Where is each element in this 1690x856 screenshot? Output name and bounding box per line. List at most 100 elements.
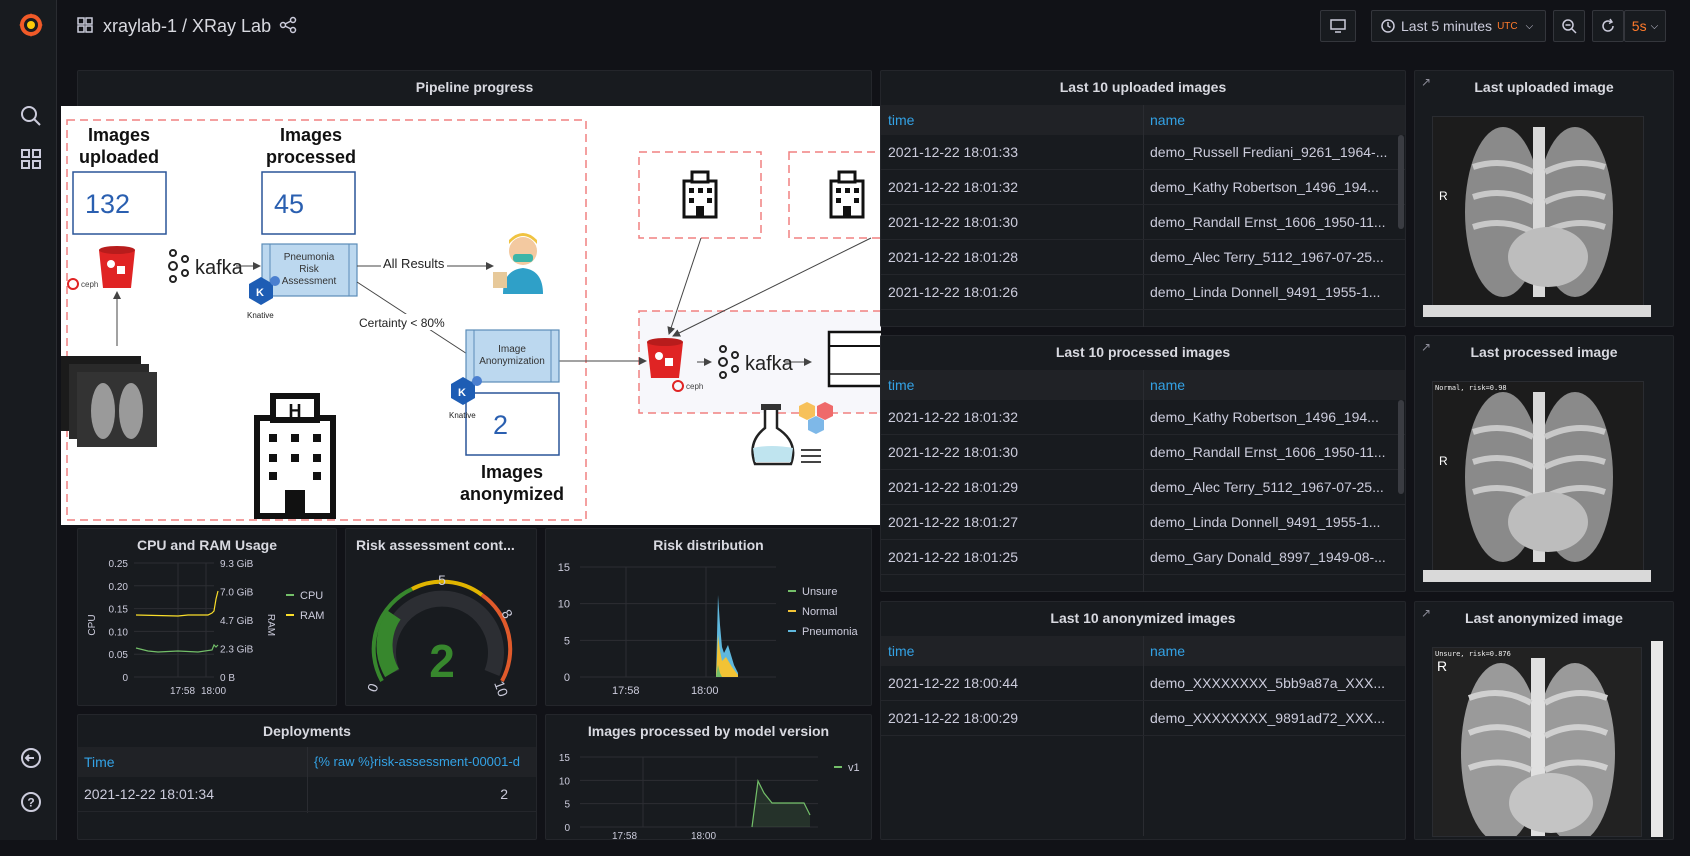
y-tick: 0.05 [109, 650, 129, 661]
kafka-label: kafka [195, 257, 244, 279]
v1-area [752, 781, 810, 827]
column-header-name[interactable]: name [1150, 377, 1185, 393]
search-icon[interactable] [18, 103, 44, 129]
table-row: 2021-12-22 18:01:25 demo_Gary Donald_8997… [881, 540, 1405, 575]
y-tick: 0 [564, 823, 570, 834]
last-anonymized-image-panel: ↗ Last anonymized image Unsure, risk=0.8… [1414, 601, 1674, 840]
horizontal-scrollbar[interactable] [1423, 305, 1651, 317]
cell-name: demo_XXXXXXXX_5bb9a87a_XXX... [1150, 675, 1386, 691]
cpu-ram-panel: CPU and RAM Usage CPU RAM 0.25 0.20 0.15 0.… [77, 528, 337, 706]
gauge-tick-mid: 5 [438, 572, 446, 588]
table-scrollbar[interactable] [1398, 135, 1404, 229]
horizontal-scrollbar[interactable] [1423, 570, 1651, 582]
uploaded-count: 132 [85, 189, 130, 219]
panel-title: Deployments [263, 723, 351, 739]
column-header-name[interactable]: name [1150, 643, 1185, 659]
y-tick: 5 [564, 635, 570, 647]
refresh-icon [1602, 18, 1614, 32]
panel-title: Last 10 processed images [1055, 344, 1231, 360]
column-header-time[interactable]: time [888, 377, 914, 393]
panel-title: Images processed by model version [587, 723, 830, 739]
risk-distribution-panel: Risk distribution 15 10 5 0 17:58 18:00 Uns… [545, 528, 872, 706]
zoom-out-button[interactable] [1553, 10, 1585, 42]
hospital-icon: H [254, 393, 336, 519]
table-scrollbar[interactable] [1398, 400, 1404, 494]
share-icon[interactable] [279, 16, 297, 39]
table-row: 2021-12-22 18:00:44 demo_XXXXXXXX_5bb9a87… [881, 666, 1405, 701]
tv-mode-button[interactable] [1320, 10, 1356, 42]
panel-title: Risk assessment cont... [356, 537, 515, 553]
x-tick: 17:58 [170, 686, 195, 697]
cell-name: demo_Linda Donnell_9491_1955-1... [1150, 514, 1381, 530]
dashboard-grid-icon [77, 17, 93, 38]
table-row: 2021-12-22 18:01:34 2 [78, 777, 536, 812]
zoom-out-icon [1562, 19, 1577, 34]
panel-title: Last anonymized image [1465, 610, 1623, 626]
processed-images-panel: Last 10 processed images time name 2021-… [880, 335, 1406, 592]
prediction-overlay: Unsure, risk=0.876 [1435, 650, 1511, 658]
dashboard-breadcrumb[interactable]: xraylab-1 / XRay Lab [103, 16, 271, 37]
table-row: 2021-12-22 18:01:29 demo_Alec Terry_5112_… [881, 470, 1405, 505]
panel-title: Pipeline progress [415, 79, 534, 95]
table-row: 2021-12-22 18:01:30 demo_Randall Ernst_16… [881, 205, 1405, 240]
panel-title: Risk distribution [653, 537, 764, 553]
x-tick: 18:00 [201, 686, 226, 697]
xray-stack-icon [61, 356, 157, 447]
refresh-button[interactable] [1592, 10, 1624, 42]
y-tick: 0.25 [109, 559, 129, 570]
table-row: 2021-12-22 18:01:26 demo_Linda Donnell_94… [881, 275, 1405, 310]
processed-label: Images processed [266, 125, 356, 167]
pipeline-diagram: Images uploaded 132 Images processed 45 2 … [61, 106, 881, 525]
panel-title: Last processed image [1470, 344, 1618, 360]
cell-time: 2021-12-22 18:00:44 [888, 675, 1018, 691]
time-range-picker[interactable]: Last 5 minutes UTC ⌵ [1371, 10, 1546, 42]
column-header-time[interactable]: time [888, 112, 914, 128]
column-header-time[interactable]: time [888, 643, 914, 659]
model-version-panel: Images processed by model version 15 10 5 0… [545, 714, 872, 841]
x-tick: 17:58 [612, 685, 640, 697]
y-tick: 0 [564, 672, 570, 684]
cpu-axis-label: CPU [87, 614, 98, 635]
cell-time: 2021-12-22 18:01:34 [84, 786, 214, 802]
refresh-interval-picker[interactable]: 5s ⌵ [1624, 10, 1666, 42]
sign-out-icon[interactable] [18, 745, 44, 771]
table-row: 2021-12-22 18:01:30 demo_Randall Ernst_16… [881, 435, 1405, 470]
prediction-overlay: Normal, risk=0.98 [1435, 384, 1507, 392]
last-uploaded-image-panel: ↗ Last uploaded image R [1414, 70, 1674, 327]
knative-label: Knative [449, 411, 476, 420]
vertical-scrollbar[interactable] [1651, 641, 1663, 837]
svg-text:K: K [256, 287, 264, 299]
help-icon[interactable]: ? [18, 789, 44, 815]
legend-ram[interactable]: RAM [300, 610, 324, 622]
anonymized-images-panel: Last 10 anonymized images time name 2021… [880, 601, 1406, 840]
column-header-name[interactable]: name [1150, 112, 1185, 128]
ceph-label: ceph [686, 382, 703, 391]
y-tick: 0.10 [109, 627, 129, 638]
column-header-time[interactable]: Time [84, 754, 115, 770]
y-tick: 0 [122, 673, 128, 684]
ceph-label: ceph [81, 280, 98, 289]
gauge-min: 0 [364, 681, 382, 694]
column-header-revision[interactable]: {% raw %}risk-assessment-00001-d [314, 754, 534, 769]
certainty-label: Certainty < 80% [359, 316, 445, 330]
cell-name: demo_Gary Donald_8997_1949-08-... [1150, 549, 1386, 565]
x-tick: 18:00 [691, 831, 716, 841]
grafana-logo-icon[interactable] [18, 12, 44, 38]
cell-time: 2021-12-22 18:01:32 [888, 179, 1018, 195]
dashboards-icon[interactable] [18, 146, 44, 172]
legend-pneumonia[interactable]: Pneumonia [802, 626, 859, 638]
top-bar: xraylab-1 / XRay Lab Last 5 minutes UTC … [57, 0, 1690, 56]
y-tick: 10 [559, 776, 571, 787]
legend-normal[interactable]: Normal [802, 606, 837, 618]
legend-v1[interactable]: v1 [848, 762, 860, 774]
legend-unsure[interactable]: Unsure [802, 586, 837, 598]
y-tick: 5 [564, 800, 570, 811]
y-tick: 15 [558, 562, 570, 574]
legend-cpu[interactable]: CPU [300, 590, 323, 602]
cell-time: 2021-12-22 18:01:27 [888, 514, 1018, 530]
cell-name: demo_Alec Terry_5112_1967-07-25... [1150, 249, 1384, 265]
cell-time: 2021-12-22 18:01:33 [888, 144, 1018, 160]
xray-marker: R [1439, 189, 1448, 203]
table-row: 2021-12-22 18:01:33 demo_Russell Frediani… [881, 135, 1405, 170]
hospital-icon [829, 170, 865, 219]
